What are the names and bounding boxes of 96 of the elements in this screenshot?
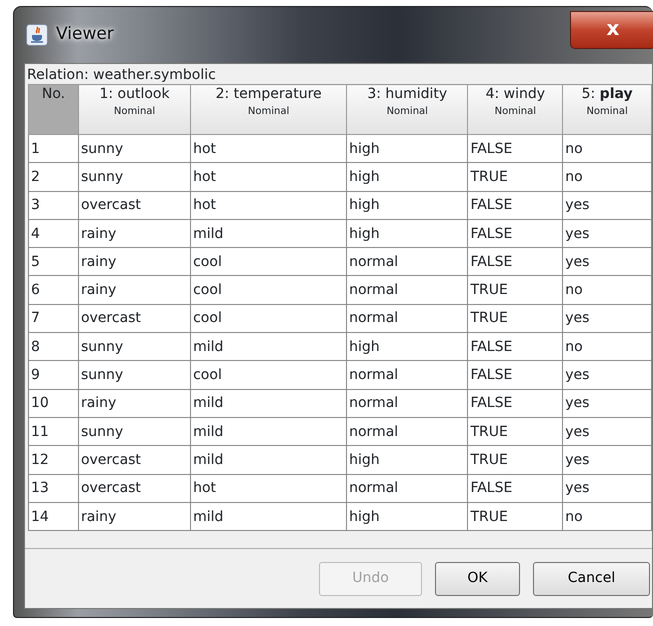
- table-cell: normal: [346, 360, 468, 390]
- table-cell: yes: [562, 389, 652, 418]
- table-cell: FALSE: [468, 248, 563, 276]
- table-cell: 7: [28, 304, 78, 333]
- table-cell: 5: [28, 248, 78, 276]
- table-cell: overcast: [78, 304, 191, 333]
- table-cell: yes: [562, 248, 652, 276]
- table-cell: high: [346, 162, 468, 192]
- table-cell: sunny: [78, 332, 191, 361]
- table-cell: hot: [190, 162, 347, 192]
- table-cell: normal: [346, 276, 468, 304]
- table-cell: normal: [346, 417, 468, 446]
- table-cell: FALSE: [468, 219, 563, 248]
- table-cell: normal: [346, 248, 468, 276]
- table-cell: 10: [28, 389, 78, 418]
- table-cell: no: [562, 134, 652, 163]
- java-cup-icon: [26, 24, 48, 46]
- table-cell: mild: [190, 502, 347, 531]
- table-cell: yes: [562, 219, 652, 248]
- relation-label: Relation: weather.symbolic: [26, 66, 217, 84]
- table-cell: cool: [190, 248, 347, 276]
- table-cell: FALSE: [468, 134, 563, 163]
- ok-button[interactable]: OK: [435, 562, 520, 596]
- cancel-button[interactable]: Cancel: [533, 562, 650, 596]
- column-header[interactable]: 1: outlook Nominal: [78, 84, 191, 134]
- table-cell: cool: [190, 360, 347, 390]
- column-header[interactable]: 3: humidity Nominal: [346, 84, 468, 134]
- table-cell: rainy: [78, 276, 191, 304]
- table-cell: FALSE: [468, 474, 563, 502]
- table-cell: 4: [28, 219, 78, 248]
- table-cell: TRUE: [468, 502, 563, 531]
- table-cell: TRUE: [468, 162, 563, 192]
- table-cell: overcast: [78, 474, 191, 502]
- table-cell: mild: [190, 219, 347, 248]
- table-cell: FALSE: [468, 191, 563, 220]
- table-cell: FALSE: [468, 332, 563, 361]
- table-cell: sunny: [78, 162, 191, 192]
- table-cell: hot: [190, 191, 347, 220]
- table-cell: overcast: [78, 446, 191, 474]
- column-header[interactable]: 5: play Nominal: [562, 84, 652, 134]
- table-cell: sunny: [78, 417, 191, 446]
- table-cell: high: [346, 191, 468, 220]
- table-cell: no: [562, 162, 652, 192]
- table-cell: mild: [190, 446, 347, 474]
- table-cell: yes: [562, 417, 652, 446]
- table-cell: rainy: [78, 389, 191, 418]
- table-cell: high: [346, 134, 468, 163]
- table-cell: 3: [28, 191, 78, 220]
- table-cell: no: [562, 502, 652, 531]
- table-cell: yes: [562, 304, 652, 333]
- table-cell: FALSE: [468, 389, 563, 418]
- table-cell: rainy: [78, 219, 191, 248]
- column-header[interactable]: 4: windy Nominal: [468, 84, 563, 134]
- table-cell: 2: [28, 162, 78, 192]
- table-cell: hot: [190, 474, 347, 502]
- table-cell: TRUE: [468, 446, 563, 474]
- table-cell: FALSE: [468, 360, 563, 390]
- table-cell: cool: [190, 276, 347, 304]
- table-cell: overcast: [78, 191, 191, 220]
- table-cell: TRUE: [468, 304, 563, 333]
- table-cell: high: [346, 446, 468, 474]
- table-cell: TRUE: [468, 417, 563, 446]
- table-cell: normal: [346, 474, 468, 502]
- table-cell: sunny: [78, 360, 191, 390]
- table-cell: 11: [28, 417, 78, 446]
- table-cell: yes: [562, 446, 652, 474]
- table-cell: no: [562, 276, 652, 304]
- table-cell: yes: [562, 360, 652, 390]
- table-cell: mild: [190, 332, 347, 361]
- table-cell: 6: [28, 276, 78, 304]
- table-cell: high: [346, 219, 468, 248]
- table-cell: mild: [190, 389, 347, 418]
- column-header[interactable]: 2: temperature Nominal: [190, 84, 347, 134]
- table-cell: normal: [346, 389, 468, 418]
- close-button[interactable]: x: [570, 11, 653, 49]
- table-cell: TRUE: [468, 276, 563, 304]
- table-cell: normal: [346, 304, 468, 333]
- table-cell: 8: [28, 332, 78, 361]
- table-cell: hot: [190, 134, 347, 163]
- table-cell: rainy: [78, 248, 191, 276]
- column-header[interactable]: No.: [28, 84, 78, 134]
- table-cell: 12: [28, 446, 78, 474]
- table-cell: cool: [190, 304, 347, 333]
- table-cell: high: [346, 332, 468, 361]
- table-cell: yes: [562, 474, 652, 502]
- table-cell: yes: [562, 191, 652, 220]
- table-cell: high: [346, 502, 468, 531]
- table-cell: mild: [190, 417, 347, 446]
- window-title: Viewer: [56, 23, 114, 46]
- table-cell: sunny: [78, 134, 191, 163]
- table-cell: 14: [28, 502, 78, 531]
- table-cell: no: [562, 332, 652, 361]
- table-cell: 9: [28, 360, 78, 390]
- table-cell: rainy: [78, 502, 191, 531]
- table-cell: 1: [28, 134, 78, 163]
- table-cell: 13: [28, 474, 78, 502]
